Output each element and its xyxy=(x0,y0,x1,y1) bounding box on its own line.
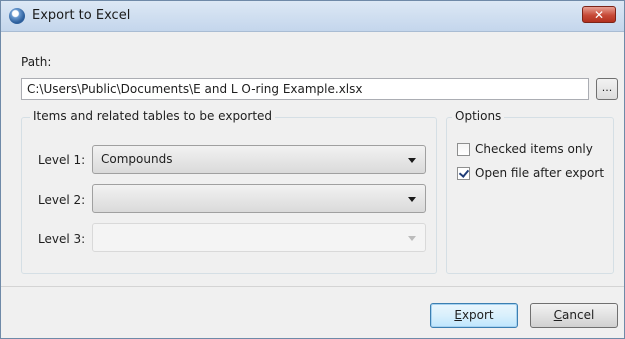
cancel-label-rest: ancel xyxy=(562,308,595,322)
chevron-down-icon xyxy=(408,197,416,202)
options-group-title: Options xyxy=(452,109,505,123)
level-2-dropdown[interactable] xyxy=(92,184,426,213)
chevron-down-icon xyxy=(408,158,416,163)
checked-items-only-label[interactable]: Checked items only xyxy=(475,142,593,156)
open-file-after-export-checkbox[interactable] xyxy=(457,167,470,180)
items-group-title: Items and related tables to be exported xyxy=(30,109,276,123)
level-3-dropdown xyxy=(92,223,426,252)
export-button[interactable]: Export xyxy=(430,303,518,328)
export-label-rest: xport xyxy=(461,308,494,322)
cancel-button[interactable]: Cancel xyxy=(530,303,618,328)
export-mnemonic: E xyxy=(454,308,462,322)
title-bar[interactable]: Export to Excel ✕ xyxy=(1,1,624,32)
level-1-dropdown[interactable]: Compounds xyxy=(92,145,426,174)
items-groupbox: Items and related tables to be exported … xyxy=(21,109,437,274)
options-groupbox: Options Checked items only Open file aft… xyxy=(446,109,614,274)
close-icon: ✕ xyxy=(593,8,605,22)
window-title: Export to Excel xyxy=(32,8,131,23)
chevron-down-icon xyxy=(408,236,416,241)
path-label: Path: xyxy=(21,55,52,69)
checked-items-only-checkbox[interactable] xyxy=(457,143,470,156)
app-logo-icon xyxy=(9,8,25,24)
open-file-after-export-label[interactable]: Open file after export xyxy=(475,166,604,180)
path-input[interactable]: C:\Users\Public\Documents\E and L O-ring… xyxy=(21,78,589,100)
cancel-mnemonic: C xyxy=(553,308,563,322)
level-1-label: Level 1: xyxy=(38,153,86,167)
export-dialog: Export to Excel ✕ Path: C:\Users\Public\… xyxy=(0,0,625,339)
close-button[interactable]: ✕ xyxy=(582,6,616,23)
level-1-value: Compounds xyxy=(101,152,173,166)
level-3-label: Level 3: xyxy=(38,232,86,246)
level-2-label: Level 2: xyxy=(38,193,86,207)
checkmark-icon xyxy=(458,167,470,178)
browse-button[interactable]: ... xyxy=(596,78,618,100)
footer-divider xyxy=(1,286,624,287)
